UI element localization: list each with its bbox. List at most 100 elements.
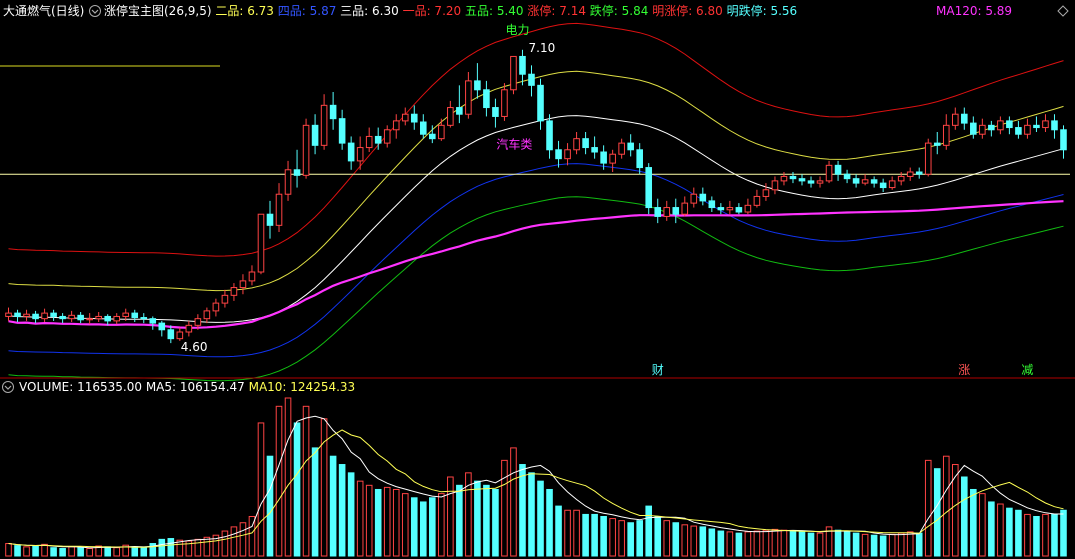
candle-body (320, 104, 328, 146)
candle-body (843, 173, 851, 180)
candle-body (1006, 120, 1013, 129)
candle-body (708, 200, 716, 209)
candle (257, 213, 265, 275)
candle-body (654, 207, 662, 217)
candle (59, 313, 66, 324)
candle (383, 125, 391, 148)
volume-bar (419, 501, 427, 557)
candle (338, 109, 346, 150)
candle (68, 310, 75, 322)
volume-bar (104, 546, 111, 557)
volume-ma5-line (8, 415, 1064, 549)
candle-body (690, 193, 698, 204)
candle-body (645, 167, 653, 209)
volume-bar (293, 422, 301, 557)
candle (248, 265, 256, 286)
volume-bar (717, 530, 725, 557)
candle (906, 167, 914, 181)
candle (924, 138, 932, 177)
volume-bar (284, 397, 292, 557)
marker-cai[interactable]: 财 (652, 363, 664, 377)
candle (77, 312, 84, 324)
volume-bar (456, 484, 463, 557)
volume-bar (1060, 509, 1067, 557)
marker-jian[interactable]: 减 (1021, 363, 1033, 377)
volume-bar (582, 513, 589, 557)
volume-bar (636, 520, 643, 557)
volume-bar (1006, 507, 1013, 557)
candle (302, 118, 310, 179)
volume-bar (5, 543, 12, 557)
volume-bar (997, 503, 1004, 557)
candle (537, 78, 544, 130)
candle-body (744, 204, 752, 213)
stock-name[interactable]: 大通燃气(日线) (3, 3, 84, 18)
candle-body (1033, 124, 1040, 129)
settings-icon[interactable] (89, 5, 101, 17)
candle (266, 200, 274, 239)
volume-bar (735, 532, 743, 557)
volume-bar (555, 505, 562, 557)
marker-zhang[interactable]: 涨 (958, 362, 970, 377)
candle-body (618, 142, 625, 155)
candle (365, 127, 373, 152)
candle-body (997, 120, 1004, 131)
candle (1015, 120, 1022, 139)
candle-body (140, 317, 148, 320)
candle-body (447, 107, 454, 126)
volume-ma-lines (8, 415, 1064, 549)
band-upper-red (8, 22, 1064, 257)
candle-body (816, 180, 824, 184)
candle (807, 176, 815, 188)
candle-body (374, 135, 382, 144)
volume-bar (32, 545, 39, 557)
volume-bar (780, 529, 788, 557)
volume-bar (501, 459, 508, 557)
volume-bar (221, 530, 229, 557)
candle (1060, 125, 1067, 159)
candle (609, 149, 616, 172)
candle (212, 298, 220, 317)
candle (762, 183, 770, 201)
volume-bar (519, 464, 526, 557)
band-mid-white (8, 115, 1064, 323)
volume-bar (311, 447, 319, 557)
candle-body (293, 169, 301, 176)
diamond-icon[interactable] (1057, 5, 1069, 17)
candle (726, 200, 734, 215)
volume-bar (672, 522, 680, 557)
candle-body (410, 113, 418, 123)
candle (501, 83, 508, 121)
candle-body (1060, 129, 1067, 151)
candle-body (149, 318, 157, 324)
volume-bar (113, 547, 121, 557)
candle (1051, 114, 1058, 139)
candle-body (906, 171, 914, 177)
candle-body (338, 118, 346, 144)
candle-body (167, 329, 175, 340)
volume-bar (888, 533, 896, 557)
volume-bar (1024, 513, 1031, 557)
candle-body (221, 294, 229, 304)
volume-bar (1042, 513, 1049, 557)
candle (32, 310, 39, 324)
volume-bar (618, 520, 625, 557)
candle-body (961, 113, 968, 124)
volume-bar (573, 509, 580, 557)
volume-bar (843, 531, 851, 557)
candle-body (465, 80, 472, 115)
candle-body (32, 313, 39, 320)
volume-settings-icon[interactable] (2, 381, 14, 393)
candle (275, 183, 283, 232)
candle-body (942, 124, 950, 146)
volume-bar (401, 493, 409, 557)
candle (546, 114, 553, 159)
ma120-value: MA120: 5.89 (936, 4, 1012, 18)
candle (861, 174, 869, 186)
candle-body (456, 107, 463, 115)
candle-body (852, 178, 860, 184)
candle (744, 198, 752, 215)
volume-bar (77, 547, 84, 557)
candle-body (825, 164, 833, 182)
volume-bar (266, 455, 274, 557)
